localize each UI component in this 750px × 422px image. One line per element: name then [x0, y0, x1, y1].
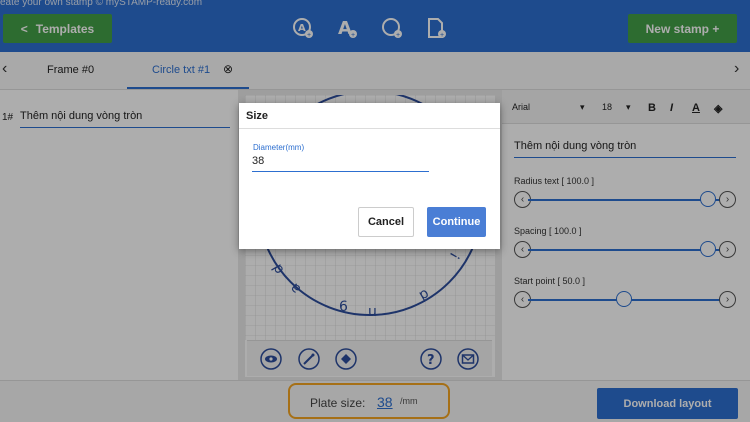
- dialog-divider: [239, 128, 500, 129]
- dialog-title: Size: [246, 110, 269, 122]
- diameter-label: Diameter(mm): [253, 143, 305, 152]
- diameter-input[interactable]: 38: [252, 155, 429, 172]
- cancel-button[interactable]: Cancel: [358, 207, 414, 237]
- size-dialog: Size Diameter(mm) 38 Cancel Continue: [239, 103, 500, 249]
- continue-button[interactable]: Continue: [427, 207, 486, 237]
